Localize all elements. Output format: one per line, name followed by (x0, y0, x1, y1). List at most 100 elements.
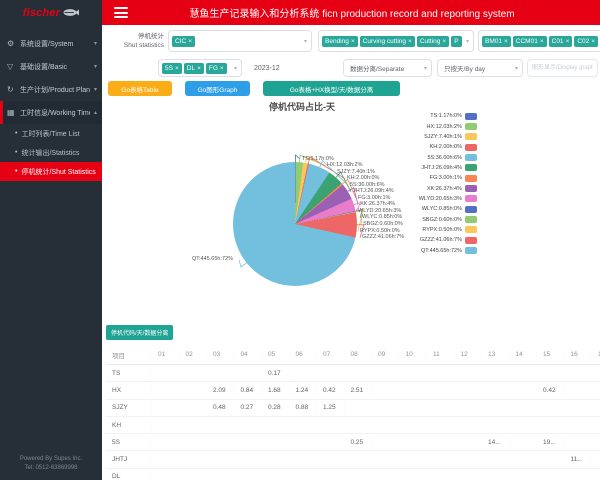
legend-swatch (465, 175, 477, 182)
legend-item-sbgz[interactable]: SBGZ:0.60h:0% (419, 214, 477, 224)
legend-item-sjzy[interactable]: SJZY:7.40h:1% (419, 132, 477, 142)
chevron-down-icon: ▾ (94, 63, 97, 70)
legend-label: FG:3.00h:1% (430, 175, 462, 181)
calendar-icon: ▦ (7, 108, 16, 117)
legend-label: 5S:36.00h:6% (427, 155, 462, 161)
remove-tag-icon[interactable]: × (442, 38, 446, 45)
legend-item-hx[interactable]: HX:12.03h:2% (419, 121, 477, 131)
legend-item-wlyc[interactable]: WLYC:0.85h:0% (419, 204, 477, 214)
go-table-button[interactable]: Go表格Table (108, 81, 172, 96)
remove-tag-icon[interactable]: × (540, 38, 544, 45)
byday-select[interactable]: 只按天/By day ▾ (437, 59, 523, 77)
tag-curving-cutting[interactable]: Curving cutting× (360, 36, 415, 47)
table-row-jhtj: JHTJ11... (106, 451, 600, 468)
table-badge[interactable]: 停机代码/天/数据分离 (106, 325, 173, 340)
legend-label: WLYD:20.65h:3% (419, 196, 462, 202)
tag-c01[interactable]: C01× (549, 36, 573, 47)
tag-bending[interactable]: Bending× (322, 36, 358, 47)
legend-item-wlyd[interactable]: WLYD:20.65h:3% (419, 194, 477, 204)
table-row-label: HX (106, 387, 152, 394)
legend-item-xk[interactable]: XK:26.37h:4% (419, 183, 477, 193)
chevron-down-icon: ▾ (514, 65, 519, 72)
tag-cic[interactable]: CIC× (172, 36, 195, 47)
process-select[interactable]: CIC× ▾ (168, 30, 312, 52)
sidebar-item-basic[interactable]: ▽ 基础设置/Basic ▾ (0, 55, 102, 78)
tag-bm01[interactable]: BM01× (482, 36, 511, 47)
sidebar-item-system[interactable]: ⚙ 系统设置/System ▾ (0, 32, 102, 55)
chevron-up-icon: ▴ (94, 109, 97, 116)
fischer-logo: fischer (23, 7, 60, 19)
remove-tag-icon[interactable]: × (175, 65, 179, 72)
sidebar: ⚙ 系统设置/System ▾ ▽ 基础设置/Basic ▾ ↻ 生产计划/Pr… (0, 25, 102, 480)
remove-tag-icon[interactable]: × (188, 38, 192, 45)
table-row-5s: 5S0.2514...19... (106, 434, 600, 451)
legend-label: WLYC:0.85h:0% (422, 206, 462, 212)
legend-swatch (465, 237, 477, 244)
tag-dl[interactable]: DL× (184, 63, 204, 74)
sidebar-footer: Powered By Supes Inc. Tel: 0512-63869998 (0, 455, 102, 473)
table-header-cell: 16 (565, 351, 593, 358)
machine-select[interactable]: BM01× CCM01× C01× C02× (478, 30, 600, 52)
legend-swatch (465, 123, 477, 130)
table-row-label: TS (106, 370, 152, 377)
legend-swatch (465, 185, 477, 192)
legend-swatch (465, 226, 477, 233)
sidebar-item-working-time[interactable]: ▦ 工时信息/Working Time ▴ (0, 101, 102, 124)
table-cell: 14... (482, 439, 510, 446)
pie-chart[interactable] (233, 162, 357, 286)
go-graph-button[interactable]: Go图形Graph (185, 81, 250, 96)
legend-label: SJZY:7.40h:1% (424, 134, 462, 140)
tag-ccm01[interactable]: CCM01× (513, 36, 547, 47)
app-title: 慧鱼生产记录输入和分析系统 ficn production record and… (128, 5, 600, 20)
display-graph-input[interactable] (527, 59, 598, 77)
tag-cutting[interactable]: Cutting× (417, 36, 449, 47)
remove-tag-icon[interactable]: × (197, 65, 201, 72)
go-combo-button[interactable]: Go表格+HX换型/天/数据分离 (263, 81, 400, 96)
tag-fg[interactable]: FG× (206, 63, 227, 74)
tag-5s[interactable]: 5S× (162, 63, 182, 74)
table-row-label: 5S (106, 439, 152, 446)
legend-label: KH:2.00h:0% (430, 144, 462, 150)
tag-p-truncated[interactable]: P (451, 36, 461, 47)
table-row-dl: DL (106, 469, 600, 480)
sidebar-item-statistics[interactable]: • 统计输出/Statistics (0, 143, 102, 162)
month-input[interactable] (248, 59, 340, 77)
filter-icon: ▽ (7, 62, 16, 71)
table-row-ts: TS0.17 (106, 365, 600, 382)
separate-select[interactable]: 数据分离/Separate ▾ (343, 59, 432, 77)
tag-c02[interactable]: C02× (574, 36, 598, 47)
legend-item-fg[interactable]: FG:3.00h:1% (419, 173, 477, 183)
remove-tag-icon[interactable]: × (351, 38, 355, 45)
remove-tag-icon[interactable]: × (220, 65, 224, 72)
sidebar-item-time-list[interactable]: • 工时列表/Time List (0, 124, 102, 143)
legend-swatch (465, 154, 477, 161)
legend-label: QT:445.65h:72% (421, 248, 462, 254)
menu-toggle-icon[interactable] (114, 7, 128, 18)
remove-tag-icon[interactable]: × (504, 38, 508, 45)
type-select[interactable]: Bending× Curving cutting× Cutting× P ▾ (318, 30, 474, 52)
sidebar-item-product-plan[interactable]: ↻ 生产计划/Product Plan ▾ (0, 78, 102, 101)
remove-tag-icon[interactable]: × (408, 38, 412, 45)
legend-item-rypx[interactable]: RYPX:0.50h:0% (419, 225, 477, 235)
table-header-cell: 01 (152, 351, 180, 358)
code-select[interactable]: 5S× DL× FG× ▾ (158, 59, 242, 77)
table-header-cell: 17 (592, 351, 600, 358)
main-content: 停机统计 Shut statistics CIC× ▾ Bending× Cur… (102, 25, 600, 480)
table-header-cell: 05 (262, 351, 290, 358)
legend-swatch (465, 133, 477, 140)
legend-item-ts[interactable]: TS:1.17h:0% (419, 111, 477, 121)
logo-area: fischer (0, 0, 102, 25)
fish-icon (63, 8, 79, 17)
legend-item-jhtj[interactable]: JHTJ:26.09h:4% (419, 163, 477, 173)
remove-tag-icon[interactable]: × (591, 38, 595, 45)
legend-item-qt[interactable]: QT:445.65h:72% (419, 245, 477, 255)
table-cell: 2.51 (345, 387, 373, 394)
remove-tag-icon[interactable]: × (566, 38, 570, 45)
legend-item-5s[interactable]: 5S:36.00h:6% (419, 152, 477, 162)
table-header-cell: 02 (180, 351, 208, 358)
sidebar-item-shut-statistics[interactable]: • 停机统计/Shut Statistics (0, 162, 102, 181)
legend-item-gzzz[interactable]: GZZZ:41.06h:7% (419, 235, 477, 245)
chevron-down-icon: ▾ (94, 40, 97, 47)
table-cell: 2.09 (207, 387, 235, 394)
legend-item-kh[interactable]: KH:2.00h:0% (419, 142, 477, 152)
